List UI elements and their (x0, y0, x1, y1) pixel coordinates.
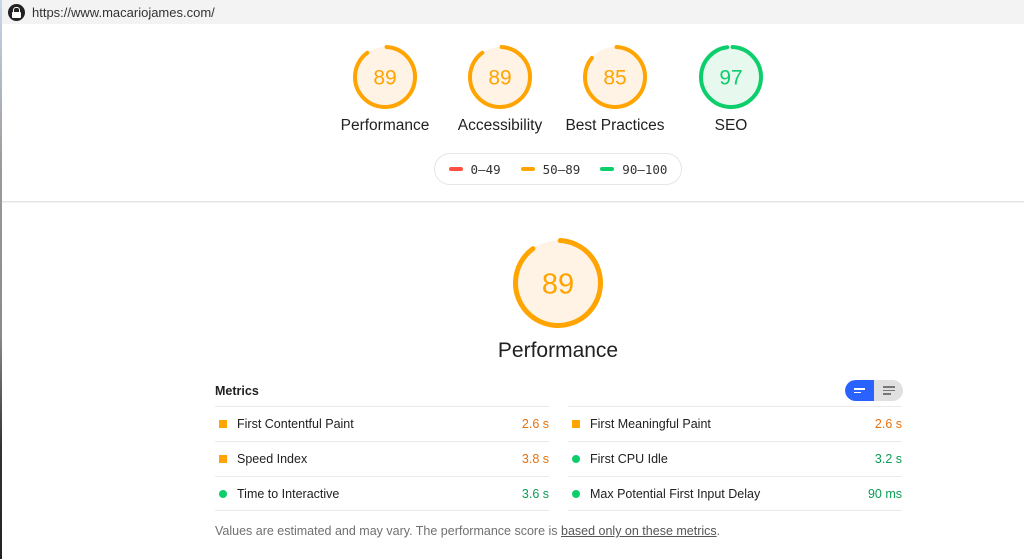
metrics-column-right: First Meaningful Paint 2.6 s First CPU Idl… (568, 406, 902, 511)
window-edge (0, 0, 2, 559)
site-icon (8, 3, 25, 21)
compact-view-button[interactable] (845, 380, 874, 401)
category-label: Accessibility (457, 117, 543, 134)
score-gauge: 97 (699, 45, 763, 109)
expanded-view-button[interactable] (874, 380, 903, 401)
pass-indicator-icon (600, 167, 615, 171)
legend-label: 0–49 (470, 161, 501, 177)
category-gauge-seo[interactable]: 97 SEO (671, 45, 791, 135)
expanded-list-icon (882, 386, 895, 395)
score-gauge: 85 (583, 45, 647, 109)
compact-list-icon (854, 388, 865, 393)
footnote-end: . (716, 524, 721, 538)
fail-indicator-icon (448, 167, 463, 171)
score-legend: 0–49 50–89 90–100 (434, 153, 682, 185)
gauge-score: 97 (719, 67, 742, 90)
metrics-column-left: First Contentful Paint 2.6 s Speed Index 3.… (215, 406, 549, 511)
url-bar: https://www.macariojames.com/ (2, 0, 1024, 24)
metric-name: First CPU Idle (590, 452, 668, 466)
metric-value: 3.8 s (521, 452, 549, 466)
average-square-icon (219, 420, 227, 428)
score-gauge: 89 (353, 45, 417, 109)
metric-row: Max Potential First Input Delay 90 ms (568, 476, 902, 511)
legend-label: 50–89 (542, 161, 581, 177)
score-gauge: 89 (468, 45, 532, 109)
footnote-text: Values are estimated and may vary. The p… (215, 524, 561, 538)
gauge-score: 85 (603, 67, 626, 90)
average-indicator-icon (520, 167, 535, 171)
metric-name: Max Potential First Input Delay (590, 486, 761, 501)
average-square-icon (219, 455, 227, 463)
average-square-icon (572, 420, 580, 428)
category-label: Best Practices (565, 117, 665, 134)
metric-row: First Meaningful Paint 2.6 s (568, 406, 902, 441)
category-label: Performance (340, 117, 430, 134)
based-on-metrics-link[interactable]: based only on these metrics (561, 524, 717, 538)
metric-name: First Contentful Paint (237, 417, 354, 431)
metric-value: 3.2 s (874, 452, 902, 466)
legend-item-fail: 0–49 (448, 161, 501, 177)
url-text[interactable]: https://www.macariojames.com/ (32, 5, 215, 20)
category-gauge-performance[interactable]: 89 Performance (325, 45, 445, 135)
section-divider (2, 201, 1024, 202)
metric-row: First CPU Idle 3.2 s (568, 441, 902, 476)
metric-name: First Meaningful Paint (590, 417, 711, 431)
category-gauge-accessibility[interactable]: 89 Accessibility (440, 45, 560, 135)
gauge-score: 89 (542, 268, 574, 300)
legend-item-pass: 90–100 (600, 162, 667, 177)
legend-label: 90–100 (622, 161, 668, 177)
metrics-view-toggle[interactable] (845, 380, 903, 401)
gauge-score: 89 (373, 67, 396, 90)
metric-value: 90 ms (867, 486, 902, 501)
performance-section-title: Performance (497, 339, 619, 362)
performance-big-gauge: 89 (513, 238, 603, 328)
metric-value: 3.6 s (521, 486, 549, 501)
category-label: SEO (714, 117, 748, 134)
metric-row: Time to Interactive 3.6 s (215, 476, 549, 511)
metric-row: Speed Index 3.8 s (215, 441, 549, 476)
legend-item-average: 50–89 (520, 161, 581, 177)
metric-value: 2.6 s (874, 417, 902, 431)
metric-value: 2.6 s (521, 417, 549, 431)
metric-name: Speed Index (237, 452, 308, 466)
metric-name: Time to Interactive (237, 486, 340, 501)
score-gauge: 89 (513, 238, 603, 328)
gauge-score: 89 (488, 67, 511, 90)
pass-circle-icon (572, 489, 580, 498)
metrics-heading: Metrics (215, 384, 259, 398)
category-gauge-best-practices[interactable]: 85 Best Practices (555, 45, 675, 135)
metric-row: First Contentful Paint 2.6 s (215, 406, 549, 441)
pass-circle-icon (219, 489, 227, 498)
metrics-footnote: Values are estimated and may vary. The p… (215, 524, 720, 538)
pass-circle-icon (572, 455, 580, 463)
